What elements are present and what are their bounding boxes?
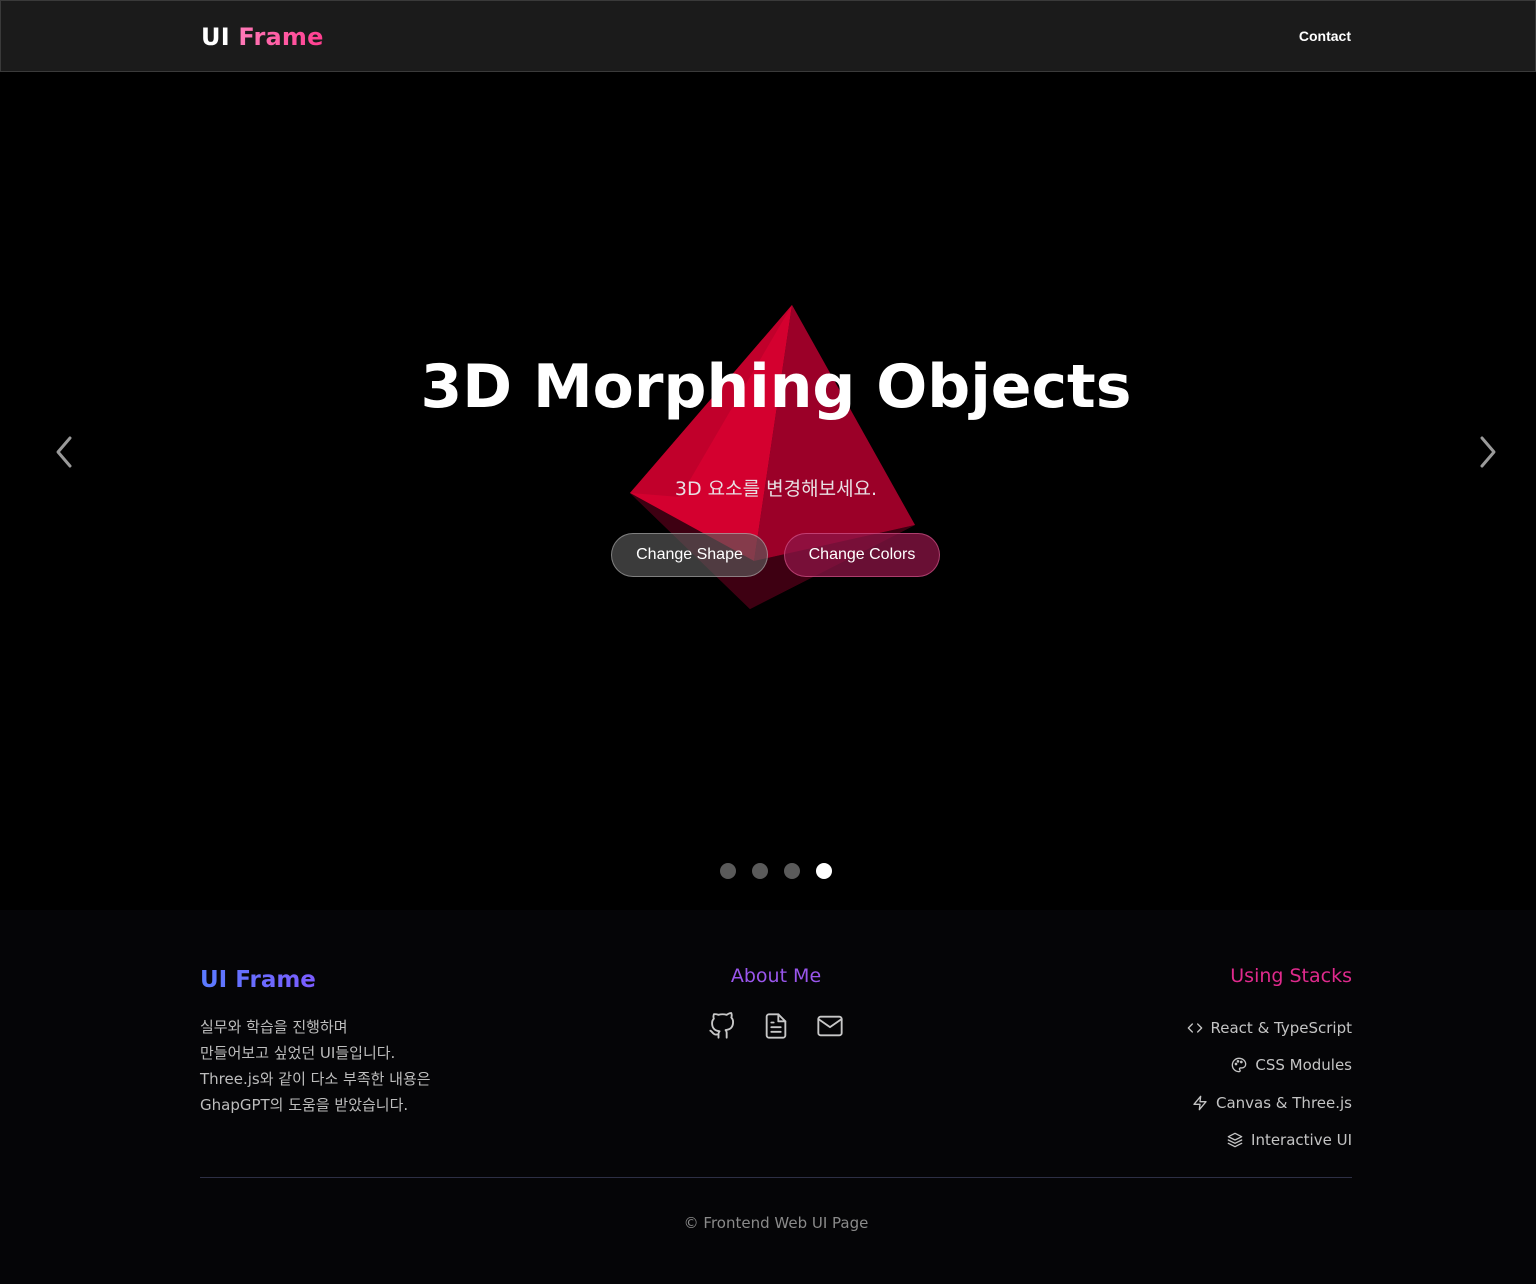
stack-item: React & TypeScript <box>1187 1009 1353 1047</box>
hero-title: 3D Morphing Objects <box>420 352 1132 422</box>
next-slide-arrow[interactable] <box>1472 432 1502 472</box>
change-shape-button[interactable]: Change Shape <box>611 533 768 577</box>
slide-dot-2[interactable] <box>752 863 768 879</box>
logo-text-ui: UI <box>201 23 230 51</box>
footer-divider <box>200 1177 1352 1178</box>
prev-slide-arrow[interactable] <box>50 432 80 472</box>
copyright: © Frontend Web UI Page <box>683 1214 869 1232</box>
stacks-list: React & TypeScript CSS Modules Canvas & … <box>1187 1009 1353 1160</box>
document-icon[interactable] <box>762 1012 790 1040</box>
slide-dot-3[interactable] <box>784 863 800 879</box>
lightning-icon <box>1193 1095 1207 1111</box>
logo-text-frame: Frame <box>238 23 324 51</box>
hero-slider: 3D Morphing Objects 3D 요소를 변경해보세요. Chang… <box>0 72 1536 910</box>
stack-label: Interactive UI <box>1251 1131 1352 1150</box>
code-icon <box>1187 1023 1202 1033</box>
logo[interactable]: UI Frame <box>201 23 324 51</box>
slide-indicator <box>720 863 832 879</box>
stack-label: CSS Modules <box>1255 1056 1352 1075</box>
layers-icon <box>1227 1132 1243 1148</box>
stack-item: Interactive UI <box>1187 1122 1352 1160</box>
about-me-title: About Me <box>730 965 822 987</box>
footer-brand: UI Frame <box>200 967 316 993</box>
hero-subtitle: 3D 요소를 변경해보세요. <box>674 478 878 500</box>
footer-desc-line: 실무와 학습을 진행하며 <box>200 1018 348 1036</box>
about-me-links <box>708 1012 844 1040</box>
footer-description: 실무와 학습을 진행하며 만들어보고 싶었던 UI들입니다. Three.js와… <box>200 1014 520 1118</box>
using-stacks-title: Using Stacks <box>1230 965 1352 987</box>
stack-label: Canvas & Three.js <box>1215 1093 1352 1112</box>
slide-dot-1[interactable] <box>720 863 736 879</box>
footer-desc-line: 만들어보고 싶었던 UI들입니다. <box>200 1044 396 1062</box>
nav-contact-link[interactable]: Contact <box>1299 28 1351 44</box>
palette-icon <box>1232 1057 1247 1073</box>
change-colors-button[interactable]: Change Colors <box>784 533 940 577</box>
footer-desc-line: GhapGPT의 도움을 받았습니다. <box>200 1096 409 1114</box>
stack-item: CSS Modules <box>1187 1047 1352 1085</box>
stack-label: React & TypeScript <box>1210 1018 1353 1037</box>
footer: UI Frame 실무와 학습을 진행하며 만들어보고 싶었던 UI들입니다. … <box>0 910 1536 1284</box>
top-navbar: UI Frame Contact <box>0 0 1536 72</box>
slide-dot-4-active[interactable] <box>816 863 832 879</box>
mail-icon[interactable] <box>816 1012 844 1040</box>
footer-desc-line: Three.js와 같이 다소 부족한 내용은 <box>200 1070 431 1088</box>
github-icon[interactable] <box>708 1012 736 1040</box>
stack-item: Canvas & Three.js <box>1187 1084 1352 1122</box>
